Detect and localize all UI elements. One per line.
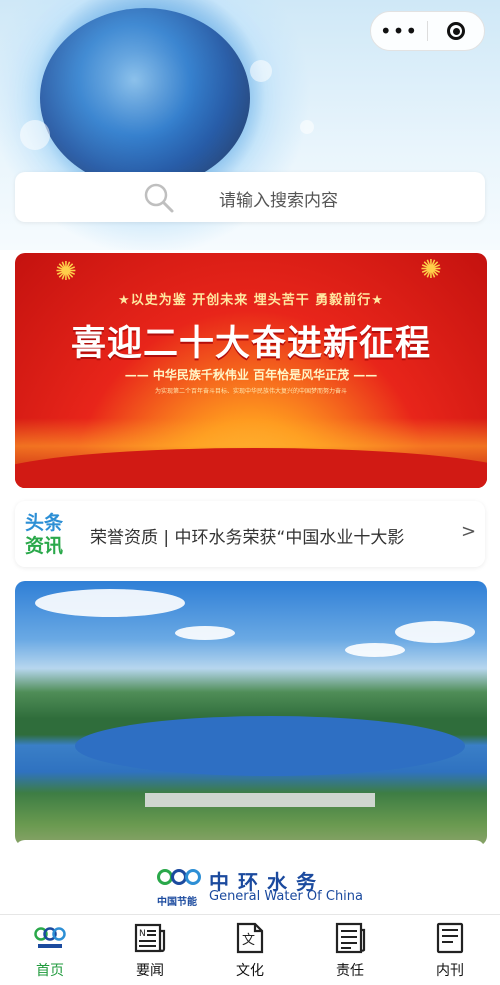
document-text-icon: 文	[236, 922, 264, 954]
banner-slogan: ★以史为鉴 开创未来 埋头苦干 勇毅前行★	[118, 293, 384, 308]
chevron-right-icon[interactable]: >	[461, 521, 476, 542]
tab-label: 责任	[336, 963, 364, 979]
cloud	[175, 626, 235, 640]
newspaper-icon: N	[134, 923, 166, 953]
headline-badge-icon: 头条 资讯	[25, 512, 73, 558]
search-icon	[144, 183, 174, 213]
water-splash	[300, 120, 314, 134]
svg-text:N: N	[139, 929, 146, 939]
promo-banner[interactable]: ✺ ✺ ★以史为鉴 开创未来 埋头苦干 勇毅前行★ 喜迎二十大奋进新征程 —— …	[15, 253, 487, 488]
logo-english-name: General Water Of China	[209, 889, 364, 904]
target-circle-icon[interactable]	[428, 22, 484, 40]
lake	[75, 716, 465, 776]
banner-subtitle: —— 中华民族千秋伟业 百年恰是风华正茂 ——	[124, 368, 378, 382]
banner-fine-print: 为实现第二个百年奋斗目标、实现中华民族伟大复兴的中国梦而努力奋斗	[154, 388, 347, 395]
tab-journal[interactable]: 内刊	[400, 915, 500, 985]
dam	[145, 793, 375, 807]
miniprogram-capsule: •••	[370, 11, 485, 51]
cloud	[35, 589, 185, 617]
list-document-icon	[335, 922, 366, 954]
more-dots-icon[interactable]: •••	[371, 19, 427, 43]
tab-home[interactable]: 首页	[0, 915, 100, 985]
tab-label: 内刊	[436, 963, 464, 979]
water-globe-image	[40, 8, 250, 188]
reservoir-photo[interactable]	[15, 581, 487, 846]
journal-icon	[436, 922, 464, 954]
cecep-logo-icon	[157, 869, 201, 885]
cecep-logo-icon	[34, 927, 66, 948]
tab-label: 文化	[236, 963, 264, 979]
water-splash	[250, 60, 272, 82]
logo-parent-name: 中国节能	[157, 897, 197, 908]
banner-wave	[15, 448, 487, 488]
cloud	[395, 621, 475, 643]
headline-text[interactable]: 荣誉资质 | 中环水务荣获“中国水业十大影	[90, 523, 442, 548]
tab-responsibility[interactable]: 责任	[300, 915, 400, 985]
tab-culture[interactable]: 文 文化	[200, 915, 300, 985]
bottom-tab-bar: 首页 N 要闻 文 文化 责任 内刊	[0, 914, 500, 985]
tab-label: 要闻	[136, 963, 164, 979]
company-logo-card: 中国节能 中环水务 General Water Of China	[15, 840, 485, 920]
headline-news-card[interactable]: 头条 资讯 荣誉资质 | 中环水务荣获“中国水业十大影 >	[15, 501, 485, 567]
water-splash	[20, 120, 50, 150]
badge-line2: 资讯	[25, 535, 64, 557]
search-input[interactable]: 请输入搜索内容	[219, 186, 338, 211]
search-bar[interactable]: 请输入搜索内容	[15, 172, 485, 222]
tab-label: 首页	[36, 963, 64, 979]
firework-icon: ✺	[55, 257, 77, 287]
cloud	[345, 643, 405, 657]
tab-news[interactable]: N 要闻	[100, 915, 200, 985]
firework-icon: ✺	[420, 255, 442, 285]
badge-line1: 头条	[25, 512, 64, 534]
banner-title: 喜迎二十大奋进新征程	[70, 323, 431, 364]
svg-text:文: 文	[242, 933, 255, 948]
